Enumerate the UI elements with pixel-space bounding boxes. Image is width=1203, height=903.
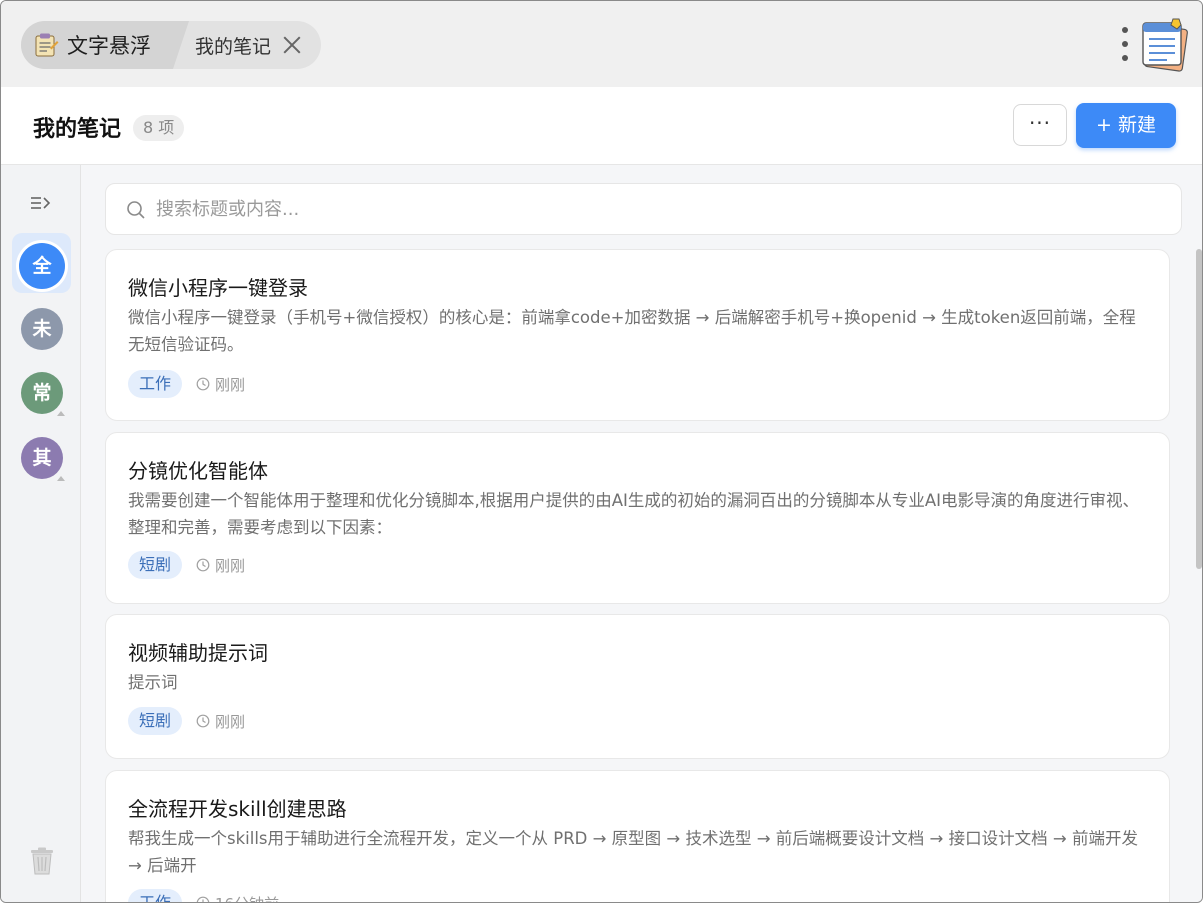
- note-title: 全流程开发skill创建思路: [128, 797, 347, 821]
- note-card[interactable]: 微信小程序一键登录 微信小程序一键登录（手机号+微信授权）的核心是：前端拿cod…: [105, 249, 1170, 421]
- clock-icon: [196, 558, 210, 572]
- filter-other[interactable]: 其: [21, 437, 63, 479]
- more-vertical-icon[interactable]: [1117, 27, 1133, 61]
- app-window: 文字悬浮 我的笔记 我的笔记 8 项 ··· + 新建 全 未 常 其 搜索标题…: [0, 0, 1203, 903]
- note-time: 刚刚: [215, 556, 246, 575]
- search-box: [105, 183, 1182, 235]
- notepad-icon: [33, 32, 59, 58]
- trash-icon[interactable]: [29, 847, 55, 875]
- title-bar: 文字悬浮 我的笔记: [1, 1, 1202, 87]
- note-count-badge: 8 项: [133, 115, 185, 141]
- note-time: 16分钟前: [215, 893, 279, 903]
- note-meta: 短剧 刚刚: [128, 707, 245, 735]
- notes-app-icon[interactable]: [1137, 17, 1191, 73]
- note-preview: 微信小程序一键登录（手机号+微信授权）的核心是：前端拿code+加密数据 → 后…: [128, 308, 1136, 354]
- close-icon[interactable]: [281, 34, 303, 56]
- caret-up-icon: [57, 411, 65, 416]
- note-title: 视频辅助提示词: [128, 641, 268, 665]
- clock-icon: [196, 377, 210, 391]
- scrollbar[interactable]: [1194, 249, 1202, 902]
- tab-strip: 文字悬浮 我的笔记: [21, 21, 321, 69]
- note-card[interactable]: 全流程开发skill创建思路 帮我生成一个skills用于辅助进行全流程开发，定…: [105, 770, 1170, 903]
- page-title: 我的笔记: [33, 117, 122, 142]
- clock-icon: [196, 714, 210, 728]
- app-name: 文字悬浮: [67, 34, 151, 58]
- scrollbar-thumb[interactable]: [1196, 249, 1202, 569]
- new-note-button[interactable]: + 新建: [1076, 103, 1176, 148]
- tab-app-home[interactable]: 文字悬浮: [21, 21, 189, 69]
- tab-label: 我的笔记: [195, 35, 272, 58]
- note-time: 刚刚: [215, 375, 246, 394]
- note-meta: 短剧 刚刚: [128, 551, 245, 579]
- note-tag[interactable]: 工作: [128, 370, 183, 398]
- search-input[interactable]: [156, 184, 1156, 234]
- note-title: 分镜优化智能体: [128, 459, 268, 483]
- category-sidebar: 全 未 常 其: [1, 165, 81, 902]
- clock-icon: [196, 896, 210, 902]
- note-preview: 帮我生成一个skills用于辅助进行全流程开发，定义一个从 PRD → 原型图 …: [128, 829, 1138, 875]
- search-icon: [127, 201, 145, 219]
- note-card[interactable]: 视频辅助提示词 提示词 短剧 刚刚: [105, 614, 1170, 759]
- collapse-sidebar-icon[interactable]: [29, 193, 51, 213]
- tab-my-notes[interactable]: 我的笔记: [189, 21, 303, 69]
- filter-all[interactable]: 全: [19, 243, 65, 289]
- caret-up-icon: [57, 476, 65, 481]
- page-header: 我的笔记 8 项 ··· + 新建: [1, 87, 1202, 165]
- filter-common[interactable]: 常: [21, 372, 63, 414]
- note-tag[interactable]: 短剧: [128, 707, 183, 735]
- note-preview: 提示词: [128, 673, 178, 692]
- note-tag[interactable]: 短剧: [128, 551, 183, 579]
- notes-main: 微信小程序一键登录 微信小程序一键登录（手机号+微信授权）的核心是：前端拿cod…: [81, 165, 1202, 903]
- note-card[interactable]: 分镜优化智能体 我需要创建一个智能体用于整理和优化分镜脚本,根据用户提供的由AI…: [105, 432, 1170, 604]
- more-options-button[interactable]: ···: [1013, 104, 1067, 146]
- note-preview: 我需要创建一个智能体用于整理和优化分镜脚本,根据用户提供的由AI生成的初始的漏洞…: [128, 491, 1140, 537]
- note-time: 刚刚: [215, 712, 246, 731]
- note-tag[interactable]: 工作: [128, 889, 183, 902]
- note-meta: 工作 刚刚: [128, 370, 245, 398]
- filter-uncategorized[interactable]: 未: [21, 308, 63, 350]
- note-meta: 工作 16分钟前: [128, 889, 279, 903]
- note-title: 微信小程序一键登录: [128, 276, 308, 300]
